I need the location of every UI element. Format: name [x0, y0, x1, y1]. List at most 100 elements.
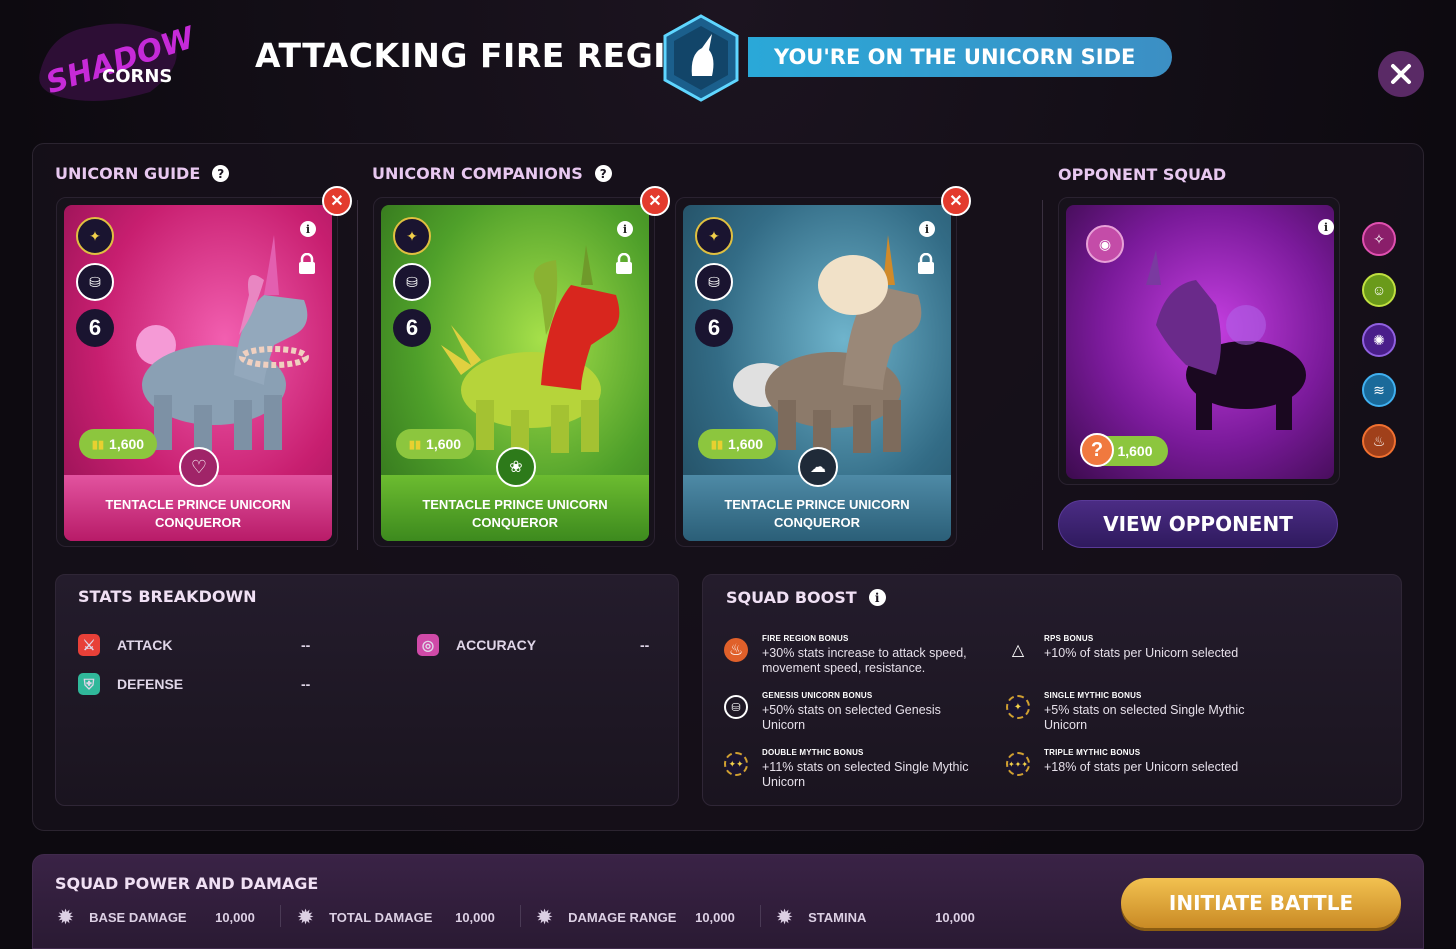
mythic-badge: ✦ — [393, 217, 431, 255]
card-name-line1: TENTACLE PRINCE UNICORN — [105, 497, 291, 512]
opponent-card[interactable]: ◉ i 1,600 ? — [1058, 197, 1340, 485]
genesis-icon: ⛁ — [724, 695, 748, 719]
total-damage-stat: ✹ TOTAL DAMAGE 10,000 — [298, 907, 495, 928]
storm-icon: ☁ — [798, 447, 838, 487]
damage-icon: ✹ — [58, 907, 74, 927]
unicorn-companions-heading: UNICORN COMPANIONS ? — [372, 164, 612, 183]
companions-help-icon[interactable]: ? — [594, 165, 612, 182]
remove-companion-button[interactable]: ✕ — [941, 186, 971, 216]
power-value: 1,600 — [426, 436, 462, 452]
unicorn-companions-title: UNICORN COMPANIONS — [372, 164, 583, 183]
boost-item: ♨ FIRE REGION BONUS +30% stats increase t… — [724, 634, 994, 676]
lock-icon — [918, 253, 934, 274]
divider — [760, 905, 761, 927]
sword-icon: ⚔ — [78, 634, 100, 656]
attack-label: ATTACK — [117, 637, 173, 653]
boost-desc: +10% of stats per Unicorn selected — [1044, 646, 1239, 660]
boost-info-icon[interactable]: i — [868, 589, 886, 606]
boost-name: TRIPLE MYTHIC BONUS — [1044, 748, 1141, 757]
level-badge: 6 — [393, 309, 431, 347]
divider — [357, 200, 358, 550]
level-badge: 6 — [695, 309, 733, 347]
single-mythic-icon: ✦ — [1006, 695, 1030, 719]
mythic-badge: ✦ — [76, 217, 114, 255]
unknown-icon: ? — [1080, 433, 1114, 467]
close-button[interactable] — [1378, 51, 1424, 97]
boost-item: △ RPS BONUS +10% of stats per Unicorn sel… — [1006, 634, 1276, 662]
genesis-badge: ⛁ — [695, 263, 733, 301]
fairy-icon[interactable]: ✧ — [1362, 222, 1396, 256]
close-icon — [1391, 64, 1411, 84]
guide-help-icon[interactable]: ? — [212, 165, 230, 182]
boost-desc: +50% stats on selected Genesis Unicorn — [762, 703, 941, 732]
guide-card[interactable]: ✦ ⛁ 6 i ▮▮ 1,600 TENTACLE PRINCE UNICORN C… — [56, 197, 338, 547]
base-damage-stat: ✹ BASE DAMAGE 10,000 — [58, 907, 255, 928]
water-icon[interactable]: ≋ — [1362, 373, 1396, 407]
card-body: ✦ ⛁ 6 i ▮▮ 1,600 TENTACLE PRINCE UNICORN C… — [381, 205, 649, 541]
card-name-line1: TENTACLE PRINCE UNICORN — [422, 497, 608, 512]
accuracy-label: ACCURACY — [456, 637, 537, 653]
companion-card[interactable]: ✦ ⛁ 6 i ▮▮ 1,600 TENTACLE PRINCE UNICORN C… — [675, 197, 957, 547]
level-badge: 6 — [76, 309, 114, 347]
boost-name: FIRE REGION BONUS — [762, 634, 849, 643]
info-icon[interactable]: i — [919, 221, 935, 237]
damage-icon: ✹ — [537, 907, 553, 927]
unicorn-guide-heading: UNICORN GUIDE ? — [55, 164, 230, 183]
genesis-badge: ⛁ — [393, 263, 431, 301]
card-body: ◉ i 1,600 ? — [1066, 205, 1334, 479]
plant-icon: ❀ — [496, 447, 536, 487]
info-icon[interactable]: i — [300, 221, 316, 237]
rps-icon: △ — [1011, 642, 1025, 659]
lock-icon — [299, 253, 315, 274]
divider — [1042, 200, 1043, 550]
side-banner: YOU'RE ON THE UNICORN SIDE — [748, 37, 1172, 77]
boost-item: ✦✦ DOUBLE MYTHIC BONUS +11% stats on sele… — [724, 748, 994, 790]
remove-companion-button[interactable]: ✕ — [640, 186, 670, 216]
damage-range-value: 10,000 — [695, 910, 735, 925]
boost-desc: +5% stats on selected Single Mythic Unic… — [1044, 703, 1245, 732]
companion-card[interactable]: ✦ ⛁ 6 i ▮▮ 1,600 TENTACLE PRINCE UNICORN C… — [373, 197, 655, 547]
view-opponent-button[interactable]: VIEW OPPONENT — [1058, 500, 1338, 548]
initiate-battle-button[interactable]: INITIATE BATTLE — [1121, 878, 1401, 928]
damage-icon: ✹ — [777, 907, 793, 927]
boost-name: DOUBLE MYTHIC BONUS — [762, 748, 864, 757]
card-name-line1: TENTACLE PRINCE UNICORN — [724, 497, 910, 512]
side-banner-text: YOU'RE ON THE UNICORN SIDE — [774, 45, 1136, 69]
spider-icon[interactable]: ✺ — [1362, 323, 1396, 357]
stamina-value: 10,000 — [935, 910, 975, 925]
defense-stat: ⛨ DEFENSE -- — [78, 673, 310, 695]
shield-icon: ⛨ — [78, 673, 100, 695]
fire-icon: ♨ — [724, 638, 748, 662]
info-icon[interactable]: i — [1318, 219, 1334, 235]
target-icon: ◎ — [417, 634, 439, 656]
squad-boost-heading: SQUAD BOOST i — [726, 588, 886, 607]
damage-range-stat: ✹ DAMAGE RANGE 10,000 — [537, 907, 735, 928]
triple-mythic-icon: ✦✦✦ — [1006, 752, 1030, 776]
attack-value: -- — [301, 637, 311, 653]
page-title: ATTACKING FIRE REGION — [255, 36, 723, 75]
heart-icon: ♡ — [179, 447, 219, 487]
double-mythic-icon: ✦✦ — [724, 752, 748, 776]
fire-icon[interactable]: ♨ — [1362, 424, 1396, 458]
base-damage-label: BASE DAMAGE — [89, 910, 187, 925]
power-icon: ▮▮ — [710, 438, 724, 451]
stats-title: STATS BREAKDOWN — [78, 587, 257, 606]
logo-text-corns: CORNS — [102, 66, 172, 87]
mythic-badge: ✦ — [695, 217, 733, 255]
unicorn-guide-title: UNICORN GUIDE — [55, 164, 201, 183]
defense-label: DEFENSE — [117, 676, 184, 692]
opponent-squad-heading: OPPONENT SQUAD — [1058, 165, 1226, 184]
shadowcorns-logo: SHADOW CORNS — [30, 12, 200, 107]
frog-icon[interactable]: ☺ — [1362, 273, 1396, 307]
power-badge: ▮▮ 1,600 — [698, 429, 776, 459]
power-value: 1,600 — [728, 436, 764, 452]
boost-name: RPS BONUS — [1044, 634, 1094, 643]
info-icon[interactable]: i — [617, 221, 633, 237]
damage-range-label: DAMAGE RANGE — [568, 910, 677, 925]
remove-guide-button[interactable]: ✕ — [322, 186, 352, 216]
divider — [520, 905, 521, 927]
power-badge: ▮▮ 1,600 — [396, 429, 474, 459]
opponent-squad-title: OPPONENT SQUAD — [1058, 165, 1227, 184]
unicorn-hex-icon — [662, 14, 740, 102]
squad-power-title: SQUAD POWER AND DAMAGE — [55, 874, 319, 893]
